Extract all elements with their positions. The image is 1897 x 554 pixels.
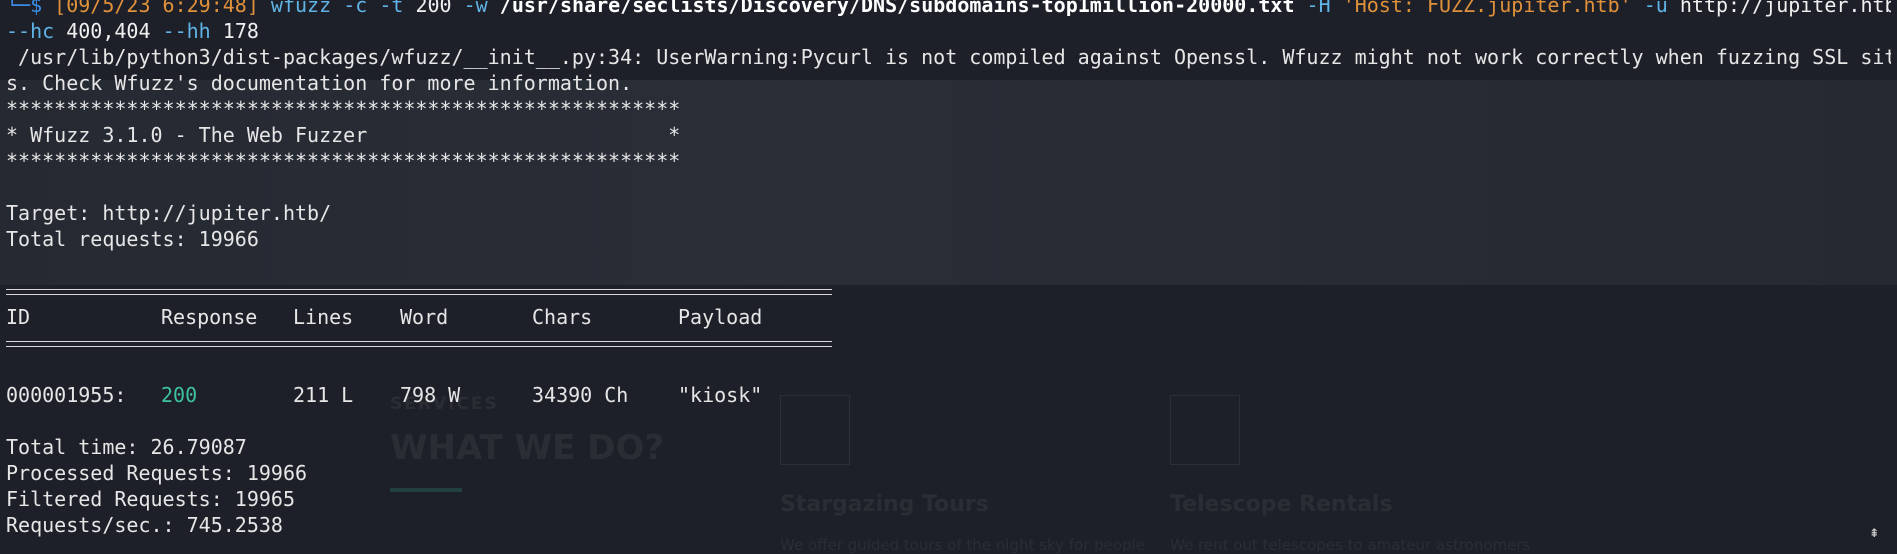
table-row: 000001955: 200 211 L 798 W 34390 Ch "kio…	[6, 382, 1891, 408]
cell-response: 200	[161, 383, 198, 407]
background-card-text: We offer guided tours of the night sky f…	[780, 536, 1145, 554]
summary-filtered: Filtered Requests: 19965	[6, 487, 295, 511]
summary-processed: Processed Requests: 19966	[6, 461, 308, 485]
target-line: Target: http://jupiter.htb/	[6, 201, 332, 225]
table-header: ID Response Lines Word Chars Payload	[6, 304, 1891, 330]
col-response: Response	[161, 305, 258, 329]
arg: 200	[415, 0, 452, 17]
command-line-1: └─$ [09/5/23 6:29:48] wfuzz -c -t 200 -w…	[6, 0, 1891, 18]
cell-payload: "kiosk"	[678, 383, 763, 407]
table-separator	[6, 278, 1891, 304]
cell-id: 000001955:	[6, 383, 127, 407]
cell-word: 798 W	[400, 383, 461, 407]
summary-rate: Requests/sec.: 745.2538	[6, 513, 283, 537]
command-name: wfuzz	[270, 0, 332, 17]
flag: -t	[379, 0, 404, 17]
arg: 178	[222, 19, 259, 43]
flag: --hc	[6, 19, 55, 43]
total-requests-line: Total requests: 19966	[6, 227, 259, 251]
col-lines: Lines	[293, 305, 354, 329]
cell-chars: 34390 Ch	[532, 383, 629, 407]
flag: -H	[1306, 0, 1331, 17]
prompt-corner: └─$	[6, 0, 43, 17]
col-payload: Payload	[678, 305, 763, 329]
warning-line: /usr/lib/python3/dist-packages/wfuzz/__i…	[6, 45, 1891, 69]
flag: -c	[343, 0, 368, 17]
arg: 400,404	[66, 19, 151, 43]
background-card-text: We rent out telescopes to amateur astron…	[1170, 536, 1531, 554]
col-word: Word	[400, 305, 449, 329]
prompt-timestamp: [09/5/23 6:29:48]	[54, 0, 259, 17]
wordlist-path: /usr/share/seclists/Discovery/DNS/subdom…	[499, 0, 1295, 17]
banner-title: * Wfuzz 3.1.0 - The Web Fuzzer *	[6, 123, 681, 147]
flag: -w	[463, 0, 488, 17]
col-id: ID	[6, 305, 31, 329]
summary-time: Total time: 26.79087	[6, 435, 247, 459]
cell-lines: 211 L	[293, 383, 354, 407]
warning-line: s. Check Wfuzz's documentation for more …	[6, 71, 633, 95]
flag: --hh	[162, 19, 211, 43]
url-arg: http://jupiter.htb	[1679, 0, 1891, 17]
command-line-2: --hc 400,404 --hh 178	[6, 18, 1891, 44]
banner-stars: ****************************************…	[6, 97, 681, 121]
header-arg: 'Host: FUZZ.jupiter.htb'	[1342, 0, 1632, 17]
scroll-indicator-icon[interactable]: ⇞	[1869, 522, 1879, 541]
col-chars: Chars	[532, 305, 593, 329]
table-separator	[6, 330, 1891, 356]
terminal-output[interactable]: └─$ [09/5/23 6:29:48] wfuzz -c -t 200 -w…	[6, 0, 1891, 538]
flag: -u	[1643, 0, 1668, 17]
banner-stars: ****************************************…	[6, 149, 681, 173]
